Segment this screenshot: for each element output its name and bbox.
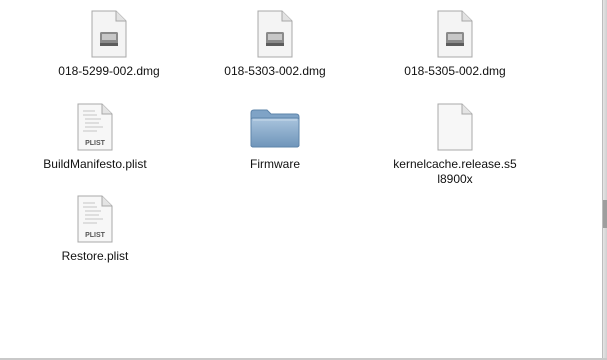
plist-badge: PLIST bbox=[85, 140, 106, 147]
file-item-kernelcache[interactable]: kernelcache.release.s5l8900x bbox=[380, 101, 530, 187]
file-name-label: 018-5299-002.dmg bbox=[58, 64, 160, 78]
plist-document-icon: PLIST bbox=[69, 193, 121, 245]
finder-window: 018-5299-002.dmg 018-5303-002.dmg 018-53 bbox=[0, 0, 607, 360]
file-item-018-5299-002-dmg[interactable]: 018-5299-002.dmg bbox=[34, 8, 184, 79]
plist-document-icon: PLIST bbox=[69, 101, 121, 153]
file-item-018-5303-002-dmg[interactable]: 018-5303-002.dmg bbox=[200, 8, 350, 79]
file-item-018-5305-002-dmg[interactable]: 018-5305-002.dmg bbox=[380, 8, 530, 79]
file-item-buildmanifesto-plist[interactable]: PLIST BuildManifesto.plist bbox=[20, 101, 170, 172]
file-name-label: BuildManifesto.plist bbox=[43, 157, 147, 171]
folder-name-label: Firmware bbox=[250, 157, 300, 171]
scrollbar-thumb[interactable] bbox=[603, 200, 607, 228]
file-name-label: 018-5305-002.dmg bbox=[404, 64, 506, 78]
file-item-restore-plist[interactable]: PLIST Restore.plist bbox=[20, 193, 170, 264]
folder-icon bbox=[249, 101, 301, 153]
blank-document-icon bbox=[429, 101, 481, 153]
file-name-label: kernelcache.release.s5l8900x bbox=[393, 157, 517, 186]
plist-badge: PLIST bbox=[85, 232, 106, 239]
window-scrollbar[interactable] bbox=[602, 0, 607, 360]
disk-image-icon bbox=[83, 8, 135, 60]
file-name-label: 018-5303-002.dmg bbox=[224, 64, 326, 78]
disk-image-icon bbox=[249, 8, 301, 60]
folder-item-firmware[interactable]: Firmware bbox=[200, 101, 350, 172]
file-name-label: Restore.plist bbox=[61, 249, 129, 263]
disk-image-icon bbox=[429, 8, 481, 60]
